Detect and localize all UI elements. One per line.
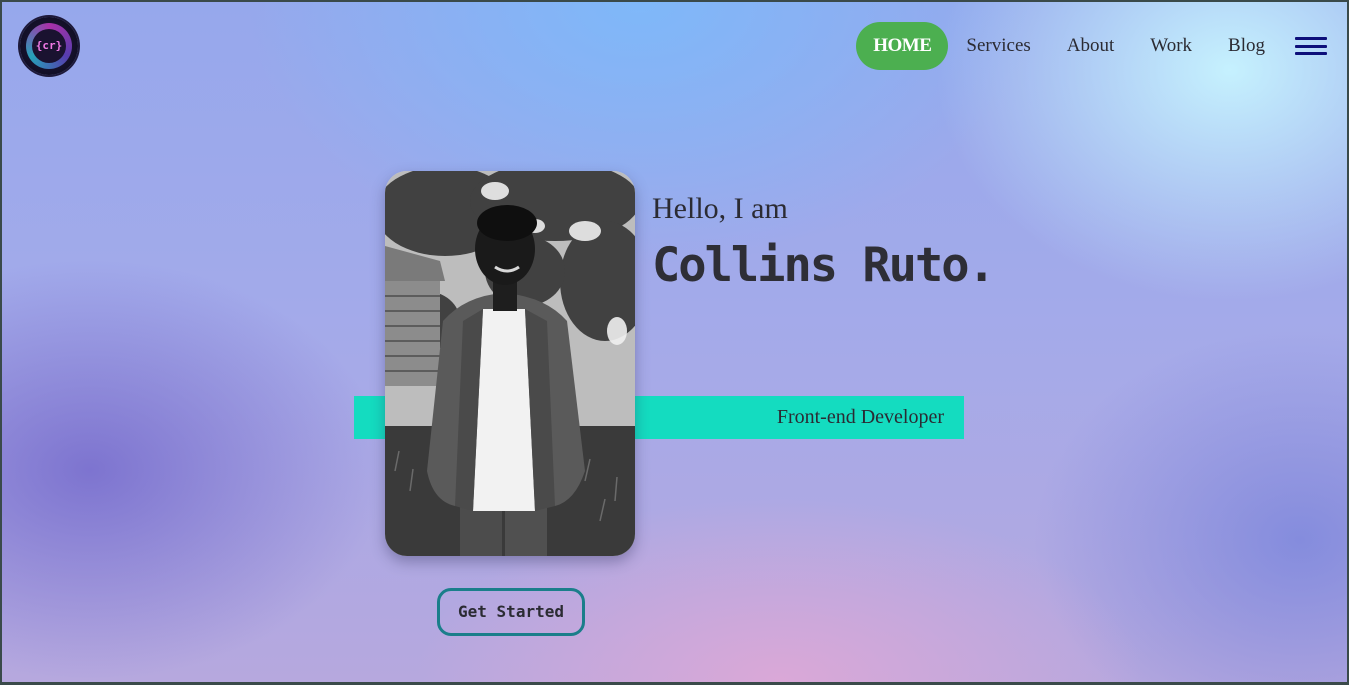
hamburger-line — [1295, 44, 1327, 48]
profile-photo — [385, 171, 635, 556]
nav-item-work[interactable]: Work — [1132, 22, 1210, 70]
role-text: Front-end Developer — [776, 406, 944, 428]
hamburger-menu-icon[interactable] — [1295, 37, 1327, 55]
hero-greeting: Hello, I am — [652, 192, 788, 225]
nav-item-services[interactable]: Services — [948, 22, 1048, 70]
nav-item-blog[interactable]: Blog — [1210, 22, 1283, 70]
profile-photo-illustration — [385, 171, 635, 556]
nav-item-about[interactable]: About — [1049, 22, 1133, 70]
hamburger-line — [1295, 52, 1327, 55]
site-logo[interactable]: {cr} — [20, 17, 78, 75]
nav-item-home[interactable]: HOME — [856, 22, 949, 70]
get-started-button[interactable]: Get Started — [437, 588, 585, 636]
hero-name: Collins Ruto. — [652, 238, 996, 293]
hamburger-line — [1295, 37, 1327, 40]
main-nav: HOME Services About Work Blog — [856, 22, 1327, 70]
logo-text: {cr} — [35, 39, 63, 52]
